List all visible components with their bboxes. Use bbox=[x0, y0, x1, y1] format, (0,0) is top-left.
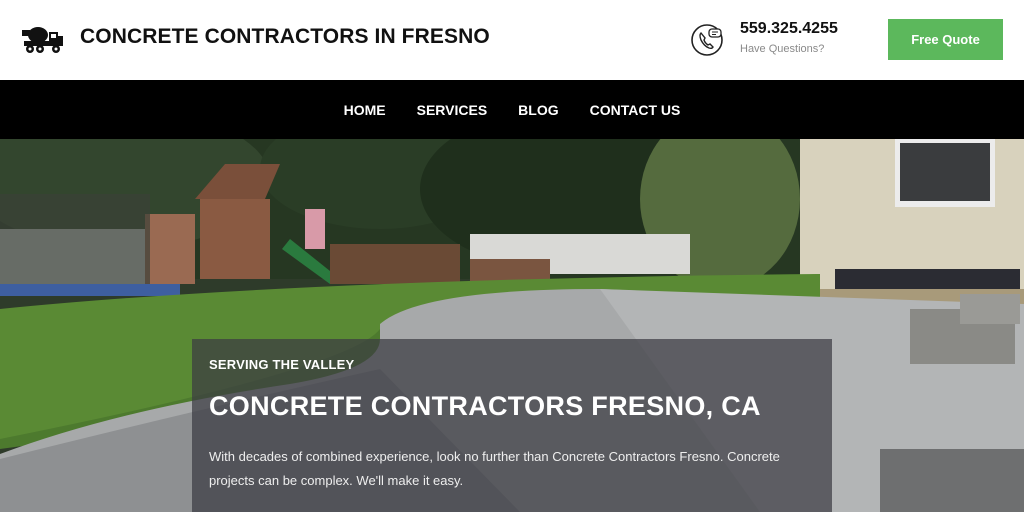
concrete-mixer-truck-icon[interactable] bbox=[22, 24, 64, 54]
hero-eyebrow: SERVING THE VALLEY bbox=[209, 357, 355, 372]
phone-number[interactable]: 559.325.4255 bbox=[740, 20, 838, 38]
hero-title: CONCRETE CONTRACTORS FRESNO, CA bbox=[209, 391, 761, 421]
nav-item-home[interactable]: HOME bbox=[344, 102, 386, 118]
site-header: CONCRETE CONTRACTORS IN FRESNO 559.325.4… bbox=[0, 0, 1024, 80]
phone-subtext: Have Questions? bbox=[740, 43, 825, 55]
site-title[interactable]: CONCRETE CONTRACTORS IN FRESNO bbox=[80, 25, 490, 49]
hero-section: SERVING THE VALLEY CONCRETE CONTRACTORS … bbox=[0, 139, 1024, 512]
free-quote-button[interactable]: Free Quote bbox=[888, 19, 1003, 60]
phone-chat-icon bbox=[691, 24, 723, 56]
hero-overlay-box: SERVING THE VALLEY CONCRETE CONTRACTORS … bbox=[192, 339, 832, 512]
nav-item-contact-us[interactable]: CONTACT US bbox=[590, 102, 681, 118]
main-nav: HOME SERVICES BLOG CONTACT US bbox=[0, 80, 1024, 139]
nav-item-blog[interactable]: BLOG bbox=[518, 102, 558, 118]
hero-description: With decades of combined experience, loo… bbox=[209, 449, 780, 488]
nav-item-services[interactable]: SERVICES bbox=[417, 102, 488, 118]
